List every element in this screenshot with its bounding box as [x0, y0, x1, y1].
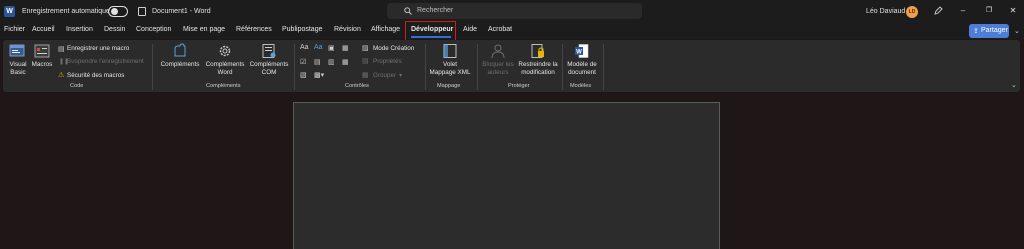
- repeating-section-control-icon[interactable]: ▧: [300, 71, 307, 79]
- design-mode-button[interactable]: Mode Création: [373, 45, 414, 52]
- tab-fichier[interactable]: Fichier: [4, 26, 25, 33]
- tab-acrobat[interactable]: Acrobat: [488, 26, 512, 33]
- legacy-tools-icon[interactable]: ▩▾: [314, 71, 324, 79]
- group-label-code: Code: [70, 83, 84, 89]
- macro-security-button[interactable]: Sécurité des macros: [67, 72, 124, 79]
- tab-affichage[interactable]: Affichage: [371, 26, 400, 33]
- group-icon: ▦: [362, 72, 369, 79]
- tab-aide[interactable]: Aide: [463, 26, 477, 33]
- macros-icon: [34, 44, 50, 58]
- record-macro-icon: ▤: [58, 46, 65, 53]
- block-authors-label-2: auteurs: [487, 69, 509, 76]
- record-macro-button[interactable]: Enregistrer une macro: [67, 45, 129, 52]
- tab-publipostage[interactable]: Publipostage: [282, 26, 322, 33]
- document-template-button[interactable]: Modèle de document: [562, 61, 602, 77]
- combo-box-control-icon[interactable]: ▤: [314, 58, 321, 66]
- complements-button[interactable]: Compléments: [158, 61, 202, 69]
- dropdown-list-control-icon[interactable]: ▥: [328, 58, 335, 66]
- properties-icon: ▤: [362, 58, 369, 65]
- tab-insertion[interactable]: Insertion: [66, 26, 93, 33]
- pause-recording-button[interactable]: Suspendre l'enregistrement: [67, 58, 144, 65]
- maximize-button[interactable]: ❐: [982, 4, 996, 18]
- design-mode-icon: ▨: [362, 45, 369, 52]
- close-button[interactable]: ✕: [1006, 4, 1020, 18]
- lock-icon: [531, 44, 544, 58]
- visual-basic-button[interactable]: Visual Basic: [6, 61, 30, 77]
- complements-icon: [174, 43, 186, 57]
- restrict-editing-label-1: Restreindre la: [518, 61, 558, 68]
- document-template-label-1: Modèle de: [567, 61, 597, 68]
- save-icon[interactable]: [138, 7, 146, 16]
- group-label-mappage: Mappage: [437, 83, 461, 89]
- group-divider: [294, 44, 295, 90]
- visual-basic-label-2: Basic: [10, 69, 26, 76]
- search-box[interactable]: Rechercher: [387, 3, 642, 19]
- avatar[interactable]: LD: [906, 6, 918, 18]
- user-name: Léo Daviaud: [866, 8, 906, 15]
- properties-button[interactable]: Propriétés: [373, 58, 402, 65]
- visual-basic-icon: [9, 44, 25, 57]
- group-divider: [603, 44, 604, 90]
- document-title: Document1 - Word: [152, 8, 211, 15]
- autosave-toggle[interactable]: [108, 6, 128, 17]
- date-picker-control-icon[interactable]: ▦: [342, 58, 349, 66]
- plain-text-control-icon[interactable]: Aa: [314, 44, 323, 51]
- group-label-modeles: Modèles: [570, 83, 592, 89]
- xml-pane-button[interactable]: Volet Mappage XML: [428, 61, 472, 77]
- macros-button[interactable]: Macros: [30, 61, 54, 69]
- tab-conception[interactable]: Conception: [136, 26, 171, 33]
- com-complements-label-1: Compléments: [249, 61, 289, 68]
- document-page[interactable]: [293, 102, 720, 249]
- warning-icon: ⚠: [58, 72, 65, 79]
- rich-text-control-icon[interactable]: Aa: [300, 44, 309, 51]
- autosave-label: Enregistrement automatique: [22, 8, 110, 15]
- com-complements-icon: [262, 44, 276, 58]
- group-label-controles: Contrôles: [345, 83, 369, 89]
- document-template-label-2: document: [568, 69, 596, 76]
- xml-pane-label-1: Volet: [442, 61, 457, 68]
- xml-mapping-icon: [443, 44, 457, 58]
- share-icon: ⇪: [973, 28, 979, 35]
- search-icon: [404, 7, 412, 15]
- tab-revision[interactable]: Révision: [334, 26, 361, 33]
- block-authors-button[interactable]: Bloquer les auteurs: [478, 61, 518, 77]
- com-complements-button[interactable]: Compléments COM: [246, 61, 292, 77]
- gear-icon: [219, 45, 231, 57]
- com-complements-label-2: COM: [261, 69, 277, 76]
- document-template-icon: W: [575, 44, 589, 58]
- tab-references[interactable]: Références: [236, 26, 272, 33]
- checkbox-control-icon[interactable]: ☑: [300, 58, 306, 66]
- word-complements-label-1: Compléments: [205, 61, 245, 68]
- word-complements-label-2: Word: [217, 69, 233, 76]
- building-block-control-icon[interactable]: ▦: [342, 44, 349, 52]
- chevron-down-icon[interactable]: ⌄: [1014, 27, 1020, 35]
- group-label-complements: Compléments: [206, 83, 241, 89]
- active-tab-underline: [411, 36, 451, 38]
- chevron-down-icon: ▾: [399, 73, 403, 79]
- ribbon-collapse-chevron-icon[interactable]: ⌄: [1011, 81, 1017, 89]
- group-divider: [425, 44, 426, 90]
- group-divider: [152, 44, 153, 90]
- tab-accueil[interactable]: Accueil: [32, 26, 55, 33]
- group-button[interactable]: Grouper: [373, 72, 396, 79]
- tab-developpeur[interactable]: Développeur: [411, 26, 453, 33]
- pen-icon[interactable]: [933, 6, 943, 16]
- restrict-editing-label-2: modification: [521, 69, 555, 76]
- tab-mise-en-page[interactable]: Mise en page: [183, 26, 225, 33]
- picture-control-icon[interactable]: ▣: [328, 44, 335, 52]
- search-placeholder: Rechercher: [417, 7, 454, 14]
- tab-dessin[interactable]: Dessin: [104, 26, 125, 33]
- minimize-button[interactable]: –: [956, 4, 970, 18]
- restrict-editing-button[interactable]: Restreindre la modification: [515, 61, 561, 77]
- visual-basic-label-1: Visual: [9, 61, 27, 68]
- block-authors-label-1: Bloquer les: [482, 61, 514, 68]
- xml-pane-label-2: Mappage XML: [429, 69, 471, 76]
- svg-text:W: W: [576, 50, 582, 56]
- share-label: Partager: [981, 27, 1008, 34]
- block-authors-icon: [491, 44, 505, 59]
- group-label-proteger: Protéger: [508, 83, 530, 89]
- word-complements-button[interactable]: Compléments Word: [203, 61, 247, 77]
- word-logo-icon: W: [4, 6, 15, 17]
